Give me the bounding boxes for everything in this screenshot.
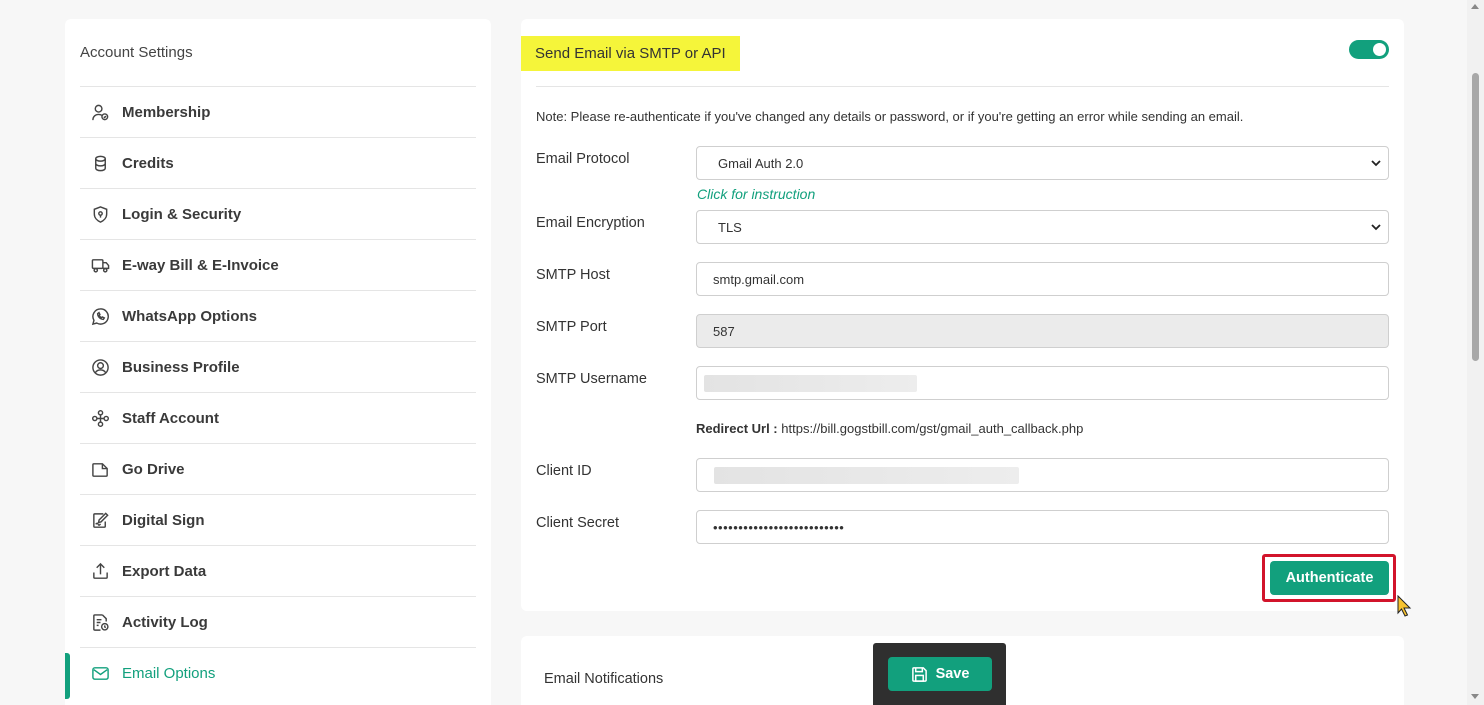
sidebar-title: Account Settings: [80, 44, 193, 61]
smtp-enable-toggle[interactable]: [1349, 40, 1389, 59]
whatsapp-icon: [90, 306, 110, 326]
chevron-down-icon: [1371, 224, 1381, 231]
smtp-settings-card: Send Email via SMTP or API Note: Please …: [521, 19, 1412, 617]
sidebar-item-label: Credits: [122, 154, 174, 172]
drive-icon: [90, 459, 110, 479]
smtp-host-label: SMTP Host: [536, 267, 610, 283]
account-settings-sidebar: Account Settings Membership Credits Logi…: [65, 19, 491, 705]
chevron-down-icon: [1371, 160, 1381, 167]
user-badge-icon: [90, 102, 110, 122]
email-protocol-value: Gmail Auth 2.0: [718, 155, 804, 171]
coins-icon: [90, 153, 110, 173]
sidebar-item-eway-bill[interactable]: E-way Bill & E-Invoice: [80, 239, 476, 290]
save-bar: Save: [873, 643, 1006, 705]
email-notifications-title: Email Notifications: [544, 671, 664, 687]
sidebar-item-label: E-way Bill & E-Invoice: [122, 256, 279, 274]
smtp-username-label: SMTP Username: [536, 371, 647, 387]
email-encryption-label: Email Encryption: [536, 215, 645, 231]
redirect-url-value: https://bill.gogstbill.com/gst/gmail_aut…: [781, 421, 1084, 436]
sidebar-item-whatsapp[interactable]: WhatsApp Options: [80, 290, 476, 341]
sidebar-item-label: Staff Account: [122, 409, 219, 427]
page-scrollbar[interactable]: [1467, 0, 1484, 705]
email-protocol-label: Email Protocol: [536, 151, 630, 167]
divider: [536, 86, 1389, 87]
sidebar-item-label: WhatsApp Options: [122, 307, 257, 325]
smtp-username-input[interactable]: [696, 366, 1389, 400]
reauth-note: Note: Please re-authenticate if you've c…: [536, 109, 1244, 124]
activity-log-icon: [90, 612, 110, 632]
sidebar-item-go-drive[interactable]: Go Drive: [80, 443, 476, 494]
email-encryption-select[interactable]: TLS: [696, 210, 1389, 244]
smtp-port-input: 587: [696, 314, 1389, 348]
redirect-url-label: Redirect Url :: [696, 421, 778, 436]
sidebar-item-credits[interactable]: Credits: [80, 137, 476, 188]
redacted-value: [714, 467, 1019, 484]
toggle-knob: [1373, 43, 1386, 56]
authenticate-button[interactable]: Authenticate: [1270, 561, 1389, 595]
client-id-input[interactable]: [696, 458, 1389, 492]
shield-icon: [90, 204, 110, 224]
instruction-link[interactable]: Click for instruction: [697, 186, 815, 202]
sidebar-item-label: Email Options: [122, 664, 216, 682]
sidebar-item-staff-account[interactable]: Staff Account: [80, 392, 476, 443]
client-id-label: Client ID: [536, 463, 592, 479]
sidebar-item-email-options[interactable]: Email Options: [65, 647, 476, 699]
sidebar-item-label: Business Profile: [122, 358, 240, 376]
truck-icon: [90, 255, 110, 275]
staff-icon: [90, 408, 110, 428]
floppy-disk-icon: [911, 666, 927, 682]
sidebar-item-login-security[interactable]: Login & Security: [80, 188, 476, 239]
smtp-port-value: 587: [713, 323, 735, 339]
sidebar-menu: Membership Credits Login & Security E-wa…: [65, 86, 476, 699]
email-protocol-select[interactable]: Gmail Auth 2.0: [696, 146, 1389, 180]
client-secret-label: Client Secret: [536, 515, 620, 531]
save-button-label: Save: [935, 666, 970, 682]
sidebar-item-membership[interactable]: Membership: [80, 86, 476, 137]
sidebar-item-digital-sign[interactable]: Digital Sign: [80, 494, 476, 545]
envelope-icon: [90, 663, 110, 683]
sidebar-item-label: Membership: [122, 103, 211, 121]
redirect-url: Redirect Url : https://bill.gogstbill.co…: [696, 421, 1083, 436]
email-encryption-value: TLS: [718, 219, 742, 235]
signature-icon: [90, 510, 110, 530]
redacted-value: [704, 375, 917, 392]
export-icon: [90, 561, 110, 581]
sidebar-item-export-data[interactable]: Export Data: [80, 545, 476, 596]
smtp-card-title: Send Email via SMTP or API: [521, 36, 740, 71]
scroll-down-arrow-icon[interactable]: [1471, 694, 1479, 699]
sidebar-item-label: Digital Sign: [122, 511, 205, 529]
smtp-host-value: smtp.gmail.com: [713, 271, 805, 287]
smtp-host-input[interactable]: smtp.gmail.com: [696, 262, 1389, 296]
sidebar-item-label: Activity Log: [122, 613, 208, 631]
client-secret-input[interactable]: ••••••••••••••••••••••••••: [696, 510, 1389, 544]
sidebar-item-label: Go Drive: [122, 460, 185, 478]
scroll-up-arrow-icon[interactable]: [1471, 4, 1479, 9]
sidebar-item-business-profile[interactable]: Business Profile: [80, 341, 476, 392]
user-circle-icon: [90, 357, 110, 377]
sidebar-item-label: Export Data: [122, 562, 207, 580]
client-secret-value: ••••••••••••••••••••••••••: [713, 519, 845, 535]
sidebar-item-activity-log[interactable]: Activity Log: [80, 596, 476, 647]
sidebar-item-label: Login & Security: [122, 205, 242, 223]
scrollbar-thumb[interactable]: [1472, 73, 1479, 361]
mouse-pointer-icon: [1397, 595, 1412, 617]
smtp-port-label: SMTP Port: [536, 319, 607, 335]
save-button[interactable]: Save: [888, 657, 992, 691]
